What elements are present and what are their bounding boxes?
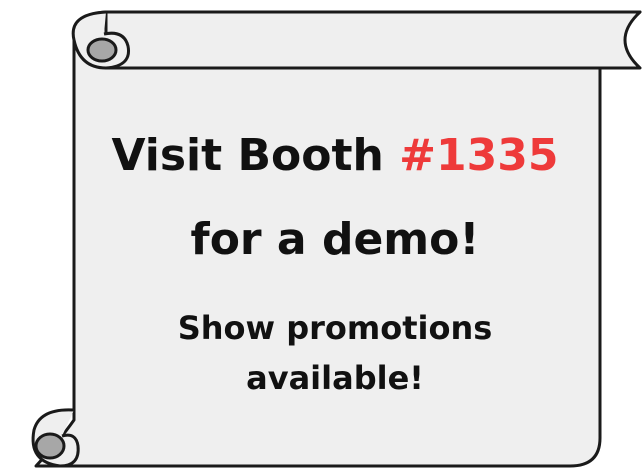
scroll-bottom-curl-shade [34,432,66,460]
booth-number: #1335 [399,130,559,181]
scroll-top-roll [104,10,642,70]
headline-demo: for a demo! [190,214,480,265]
subtext-available: available! [246,359,424,397]
headline-prefix: Visit Booth [111,130,400,181]
headline-visit-booth: Visit Booth #1335 [80,134,590,178]
scroll-top-curl-shade [86,37,118,63]
subtext-promotions: Show promotions [177,309,493,347]
